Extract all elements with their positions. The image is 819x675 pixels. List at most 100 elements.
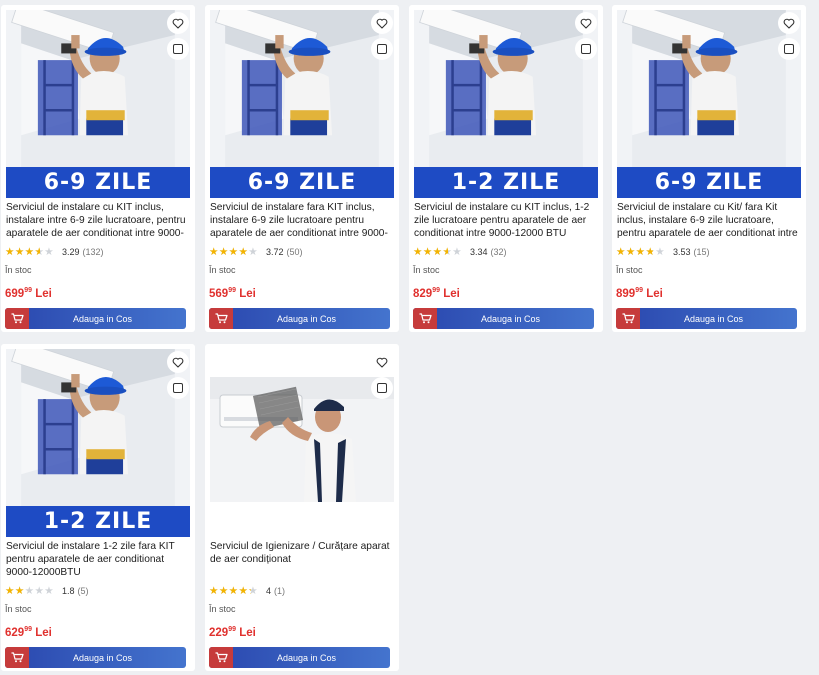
add-to-cart-label: Adauga in Cos: [276, 313, 337, 324]
rating-value: 3.29: [62, 247, 80, 257]
rating-value: 3.34: [470, 247, 488, 257]
product-rating: ★★★★★ ★★★★★ 1.8 (5): [5, 585, 89, 597]
rating-stars: ★★★★★ ★★★★★: [209, 585, 259, 597]
product-image[interactable]: 6-9 ZILE: [210, 10, 394, 198]
product-price: 82999 Lei: [413, 287, 460, 300]
product-title[interactable]: Serviciul de instalare cu Kit/ fara Kit …: [617, 201, 800, 240]
cart-icon: [616, 308, 640, 329]
favorite-button[interactable]: [575, 12, 597, 34]
heart-icon: [376, 18, 388, 29]
add-to-cart-button[interactable]: Adauga in Cos: [5, 647, 186, 668]
stock-status: În stoc: [209, 265, 236, 275]
add-to-cart-button[interactable]: Adauga in Cos: [5, 308, 186, 329]
heart-icon: [376, 357, 388, 368]
favorite-button[interactable]: [167, 351, 189, 373]
cart-icon: [209, 647, 233, 668]
product-card[interactable]: 6-9 ZILE Serviciul de instalare fara KIT…: [205, 5, 399, 332]
delivery-banner: 6-9 ZILE: [6, 167, 190, 198]
stock-status: În stoc: [413, 265, 440, 275]
product-rating: ★★★★★ ★★★★★ 3.29 (132): [5, 246, 104, 258]
favorite-button[interactable]: [371, 351, 393, 373]
rating-stars: ★★★★★ ★★★★★: [209, 246, 259, 258]
product-image[interactable]: 6-9 ZILE: [617, 10, 801, 198]
product-rating: ★★★★★ ★★★★★ 3.34 (32): [413, 246, 507, 258]
add-to-cart-button[interactable]: Adauga in Cos: [209, 647, 390, 668]
product-title[interactable]: Serviciul de instalare cu KIT inclus, in…: [6, 201, 189, 240]
rating-stars: ★★★★★ ★★★★★: [413, 246, 463, 258]
rating-value: 3.53: [673, 247, 691, 257]
product-card[interactable]: 1-2 ZILE Serviciul de instalare 1-2 zile…: [1, 344, 195, 671]
product-title[interactable]: Serviciul de Igienizare / Curățare apara…: [210, 540, 393, 579]
product-title[interactable]: Serviciul de instalare 1-2 zile fara KIT…: [6, 540, 189, 579]
product-card[interactable]: Serviciul de Igienizare / Curățare apara…: [205, 344, 399, 671]
product-price: 56999 Lei: [209, 287, 256, 300]
add-to-cart-button[interactable]: Adauga in Cos: [616, 308, 797, 329]
compare-checkbox[interactable]: [575, 38, 597, 60]
checkbox-icon: [784, 44, 794, 54]
cart-icon: [209, 308, 233, 329]
compare-checkbox[interactable]: [371, 377, 393, 399]
compare-checkbox[interactable]: [371, 38, 393, 60]
product-image[interactable]: 1-2 ZILE: [414, 10, 598, 198]
rating-value: 1.8: [62, 586, 75, 596]
review-count: (5): [77, 586, 89, 596]
product-price: 62999 Lei: [5, 626, 52, 639]
product-price: 89999 Lei: [616, 287, 663, 300]
product-price: 69999 Lei: [5, 287, 52, 300]
product-card[interactable]: 1-2 ZILE Serviciul de instalare cu KIT i…: [409, 5, 603, 332]
add-to-cart-label: Adauga in Cos: [72, 313, 133, 324]
checkbox-icon: [377, 44, 387, 54]
review-count: (1): [274, 586, 286, 596]
cart-icon: [5, 647, 29, 668]
add-to-cart-button[interactable]: Adauga in Cos: [209, 308, 390, 329]
review-count: (15): [693, 247, 710, 257]
add-to-cart-label: Adauga in Cos: [72, 652, 133, 663]
rating-stars: ★★★★★ ★★★★★: [5, 246, 55, 258]
checkbox-icon: [377, 383, 387, 393]
product-image[interactable]: 1-2 ZILE: [6, 349, 190, 537]
review-count: (50): [286, 247, 303, 257]
checkbox-icon: [173, 383, 183, 393]
rating-value: 4: [266, 586, 272, 596]
delivery-banner: 1-2 ZILE: [414, 167, 598, 198]
add-to-cart-label: Adauga in Cos: [276, 652, 337, 663]
stock-status: În stoc: [209, 604, 236, 614]
delivery-banner: 6-9 ZILE: [210, 167, 394, 198]
add-to-cart-button[interactable]: Adauga in Cos: [413, 308, 594, 329]
rating-stars: ★★★★★ ★★★★★: [5, 585, 55, 597]
product-rating: ★★★★★ ★★★★★ 3.72 (50): [209, 246, 303, 258]
product-title[interactable]: Serviciul de instalare fara KIT inclus, …: [210, 201, 393, 240]
stock-status: În stoc: [616, 265, 643, 275]
compare-checkbox[interactable]: [167, 38, 189, 60]
checkbox-icon: [581, 44, 591, 54]
rating-stars: ★★★★★ ★★★★★: [616, 246, 666, 258]
product-image[interactable]: 6-9 ZILE: [6, 10, 190, 198]
review-count: (32): [490, 247, 507, 257]
review-count: (132): [82, 247, 104, 257]
compare-checkbox[interactable]: [167, 377, 189, 399]
favorite-button[interactable]: [167, 12, 189, 34]
product-title[interactable]: Serviciul de instalare cu KIT inclus, 1-…: [414, 201, 597, 240]
delivery-banner: 1-2 ZILE: [6, 506, 190, 537]
add-to-cart-label: Adauga in Cos: [683, 313, 744, 324]
compare-checkbox[interactable]: [778, 38, 800, 60]
product-price: 22999 Lei: [209, 626, 256, 639]
heart-icon: [172, 18, 184, 29]
stock-status: În stoc: [5, 265, 32, 275]
product-rating: ★★★★★ ★★★★★ 4 (1): [209, 585, 286, 597]
cart-icon: [5, 308, 29, 329]
product-image[interactable]: [210, 349, 394, 537]
add-to-cart-label: Adauga in Cos: [480, 313, 541, 324]
product-card[interactable]: 6-9 ZILE Serviciul de instalare cu KIT i…: [1, 5, 195, 332]
heart-icon: [580, 18, 592, 29]
favorite-button[interactable]: [778, 12, 800, 34]
checkbox-icon: [173, 44, 183, 54]
stock-status: În stoc: [5, 604, 32, 614]
rating-value: 3.72: [266, 247, 284, 257]
heart-icon: [172, 357, 184, 368]
cart-icon: [413, 308, 437, 329]
favorite-button[interactable]: [371, 12, 393, 34]
delivery-banner: 6-9 ZILE: [617, 167, 801, 198]
product-card[interactable]: 6-9 ZILE Serviciul de instalare cu Kit/ …: [612, 5, 806, 332]
heart-icon: [783, 18, 795, 29]
